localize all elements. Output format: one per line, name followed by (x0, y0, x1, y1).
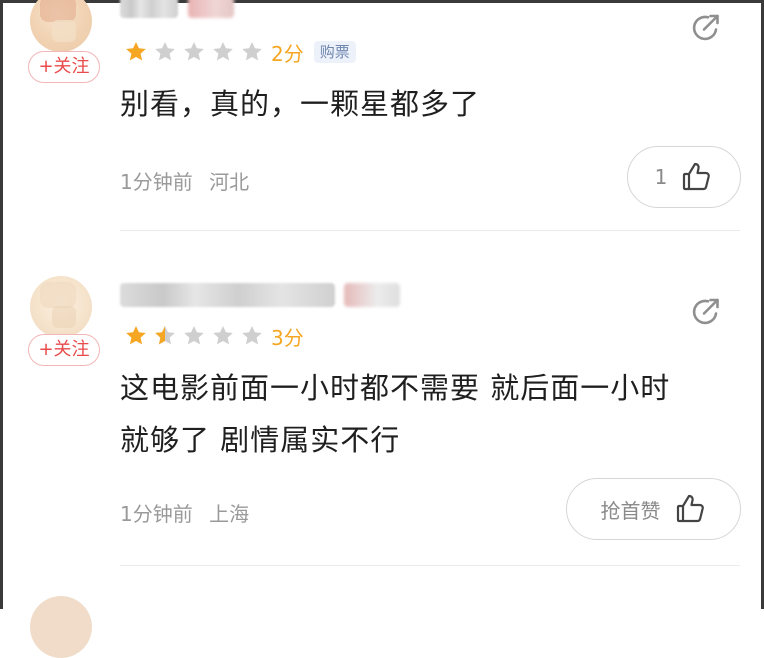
user-badge (344, 283, 400, 307)
comment-time: 1分钟前 (120, 502, 193, 526)
username[interactable] (120, 283, 335, 307)
like-count: 1 (654, 165, 668, 189)
star-rating: 2分 购票 (124, 38, 356, 66)
comment-text-line: 这电影前面一小时都不需要 就后面一小时 (120, 371, 671, 405)
comment-meta: 1分钟前 河北 (120, 166, 249, 195)
comment-text: 别看，真的，一颗星都多了 (120, 87, 481, 121)
comment-meta: 1分钟前 上海 (120, 498, 249, 527)
avatar-image-detail (52, 20, 76, 42)
thumbs-up-icon (676, 494, 704, 523)
comment-location: 上海 (209, 502, 250, 526)
star-icon (126, 42, 146, 61)
follow-button[interactable]: +关注 (28, 334, 100, 366)
username[interactable] (120, 0, 178, 18)
star-icon (126, 326, 146, 345)
star-icon (184, 42, 204, 61)
comment-text: 这电影前面一小时都不需要 就后面一小时 就够了 剧情属实不行 (120, 362, 670, 466)
user-badge (188, 0, 234, 18)
avatar-image-detail (52, 306, 76, 328)
comment-text-line: 就够了 剧情属实不行 (120, 423, 401, 457)
avatar[interactable] (30, 596, 92, 658)
star-icon (242, 326, 262, 345)
avatar-image (40, 282, 76, 308)
divider (120, 565, 740, 566)
comment-time: 1分钟前 (120, 170, 193, 194)
like-button[interactable]: 抢首赞 (566, 478, 741, 540)
like-label: 抢首赞 (600, 498, 661, 523)
star-icon (213, 42, 233, 61)
star-icon (184, 326, 204, 345)
like-button[interactable]: 1 (627, 146, 741, 208)
thumbs-up-icon (683, 162, 711, 191)
share-icon[interactable] (690, 12, 722, 44)
star-icon (155, 42, 175, 61)
score-label: 2分 (271, 41, 304, 66)
star-rating: 3分 (124, 322, 304, 350)
comment-location: 河北 (209, 170, 250, 194)
star-icon (213, 326, 233, 345)
divider (120, 230, 740, 231)
star-half-icon (155, 326, 175, 345)
avatar-image (40, 0, 76, 22)
ticket-badge: 购票 (313, 41, 356, 63)
score-label: 3分 (271, 325, 304, 350)
follow-button[interactable]: +关注 (28, 51, 100, 83)
share-icon[interactable] (690, 296, 722, 328)
star-icon (242, 42, 262, 61)
avatar[interactable] (30, 276, 92, 338)
